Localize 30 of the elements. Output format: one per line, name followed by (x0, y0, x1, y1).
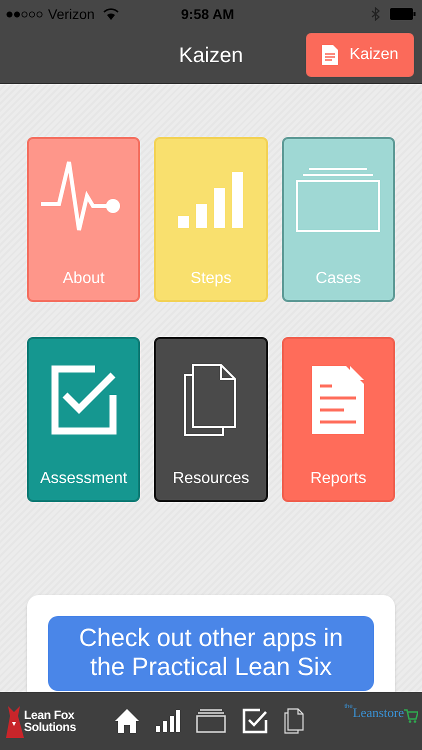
checkbox-icon (48, 365, 119, 435)
bars-icon[interactable] (156, 710, 180, 732)
cases-icon[interactable] (196, 709, 226, 733)
tile-button[interactable]: Resources (154, 337, 268, 502)
wifi-icon (102, 8, 119, 20)
nav-title: Kaizen (178, 42, 244, 69)
bars-icon (178, 170, 244, 230)
signal-icon (6, 10, 44, 18)
kaizen-button[interactable]: Kaizen (306, 33, 414, 77)
carrier-name: Verizon (48, 4, 95, 24)
documents-icon (182, 363, 239, 437)
cart-icon (404, 708, 418, 723)
promo-button[interactable]: Check out other apps in the Practical Lean Six (48, 616, 374, 691)
document-icon (310, 364, 366, 436)
battery-icon (390, 8, 416, 20)
logo-text: Lean Fox (24, 709, 76, 721)
bluetooth-icon (371, 7, 380, 21)
documents-icon[interactable] (284, 708, 304, 734)
fox-logo-icon (4, 704, 24, 738)
document-icon (322, 45, 338, 65)
tile-button[interactable]: About (27, 137, 140, 302)
tile-button[interactable]: Assessment (27, 337, 140, 502)
tile-button[interactable]: Cases (282, 137, 395, 302)
logo-text: Leanstore (352, 704, 404, 722)
tile-button[interactable]: Reports (282, 337, 395, 502)
logo-text: Solutions (24, 721, 76, 733)
home-icon[interactable] (114, 708, 140, 734)
cases-icon (295, 167, 382, 233)
checkbox-icon[interactable] (242, 708, 268, 734)
clock-time: 9:58 AM (181, 4, 234, 24)
